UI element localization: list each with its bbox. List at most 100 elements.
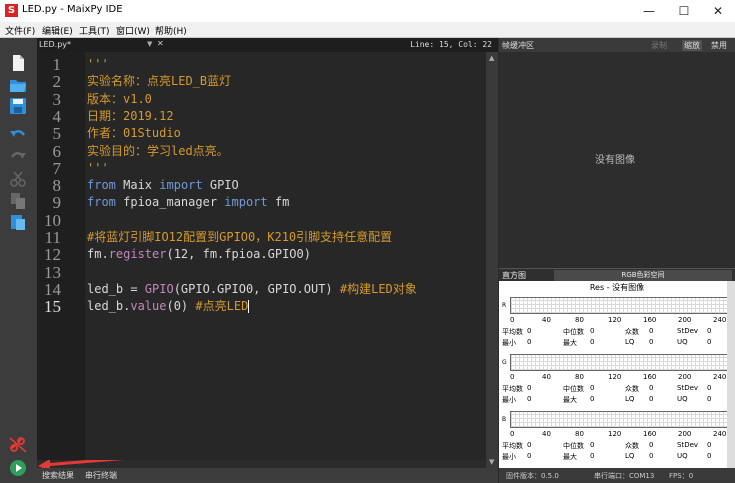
stat-value: 0 [707,452,712,460]
code-editor[interactable]: ''' 实验名称：点亮LED_B蓝灯 版本：v1.0 日期：2019.12 作者：01S… [85,52,486,460]
histogram-plot [510,297,732,314]
stat-value: 0 [527,327,532,335]
record-button[interactable]: 录制 [651,40,667,51]
close-icon[interactable]: ✕ [157,39,164,48]
editor-scrollbar[interactable]: ▲ ▼ [486,52,498,468]
no-image-text: 没有图像 [595,155,635,166]
color-space-select[interactable]: RGB色彩空间 [554,270,732,281]
menu-file[interactable]: 文件(F) [5,24,35,37]
axis-tick-label: 200 [678,316,692,324]
code-token: (0) [166,299,196,314]
save-icon[interactable] [8,97,28,115]
code-token: fpioa_manager [115,195,225,210]
histogram-scrollbar[interactable] [727,281,735,468]
status-bar: 固件版本：0.5.0 串行端口：COM13 FPS：0 [499,468,735,483]
code-line[interactable]: from Maix import GPIO [87,177,239,194]
line-number: 8 [52,176,62,196]
stat-value: 0 [527,395,532,403]
frame-buffer-view: 没有图像 [499,52,735,267]
fps-readout: FPS：0 [669,472,694,480]
line-number: 6 [52,141,62,161]
code-token: led_b. [87,299,131,314]
code-line[interactable]: #将蓝灯引脚IO12配置到GPIO0，K210引脚支持任意配置 [87,229,392,246]
code-token: 实验名称：点亮LED_B蓝灯 [87,74,232,89]
disable-button[interactable]: 禁用 [711,40,727,51]
undo-icon[interactable] [8,126,28,144]
line-number: 2 [52,72,62,92]
line-number: 14 [44,279,61,299]
line-number: 12 [44,245,61,265]
code-line[interactable]: ''' [87,160,109,177]
stat-label: UQ [677,395,688,403]
chevron-down-icon[interactable]: ▼ [147,40,152,48]
axis-tick-label: 0 [510,316,515,324]
minimize-button[interactable]: — [632,0,666,22]
new-file-icon[interactable] [8,54,28,72]
stat-value: 0 [590,327,595,335]
line-number: 10 [44,210,61,230]
menu-help[interactable]: 帮助(H) [155,24,187,37]
tab-serial-terminal[interactable]: 串行终端 [85,470,117,481]
axis-tick-label: 80 [575,430,584,438]
zoom-button[interactable]: 缩放 [682,40,702,51]
code-token: 日期：2019.12 [87,108,174,123]
firmware-version: 固件版本：0.5.0 [506,472,559,480]
title-bar: S LED.py - MaixPy IDE — ☐ ✕ [0,0,735,22]
tab-search-results[interactable]: 搜索结果 [42,470,74,481]
stat-label: 众数 [625,442,639,450]
menu-bar: 文件(F) 编辑(E) 工具(T) 窗口(W) 帮助(H) [0,22,735,38]
axis-tick-label: 240 [713,430,727,438]
code-token: (GPIO.GPIO0, GPIO.OUT) [173,281,340,296]
code-line[interactable]: led_b = GPIO(GPIO.GPIO0, GPIO.OUT) #构建LE… [87,281,417,298]
code-line[interactable]: 作者：01Studio [87,125,181,142]
scroll-up-icon[interactable]: ▲ [489,54,494,62]
stat-value: 0 [707,338,712,346]
run-icon[interactable] [8,458,28,476]
code-token: GPIO [202,178,239,193]
stat-label: 中位数 [563,442,584,450]
open-folder-icon[interactable] [8,76,28,94]
file-tab[interactable]: LED.py* [39,40,71,49]
stat-label: 最小 [502,396,516,404]
stat-label: StDev [677,327,699,335]
code-token: led_b = [87,281,145,296]
line-number: 15 [44,297,61,317]
stat-label: 众数 [625,385,639,393]
code-line[interactable]: fm.register(12, fm.fpioa.GPIO0) [87,246,311,263]
code-line[interactable]: from fpioa_manager import fm [87,194,289,211]
menu-edit[interactable]: 编辑(E) [42,24,73,37]
code-line[interactable]: 日期：2019.12 [87,108,174,125]
code-line[interactable]: ''' [87,56,109,73]
stat-value: 0 [649,452,654,460]
frame-buffer-title: 帧缓冲区 [502,41,534,50]
disconnect-icon[interactable] [8,436,28,454]
histogram-title: 直方图 [502,271,526,280]
close-button[interactable]: ✕ [701,0,735,22]
code-token: ''' [87,57,109,71]
code-line[interactable]: 实验名称：点亮LED_B蓝灯 [87,73,231,90]
stat-value: 0 [707,395,712,403]
copy-icon [8,192,28,210]
code-line[interactable]: 版本：v1.0 [87,91,152,108]
stat-value: 0 [590,395,595,403]
redo-icon [8,148,28,166]
line-number: 3 [52,89,62,109]
code-line[interactable]: led_b.value(0) #点亮LED [87,298,250,315]
maximize-button[interactable]: ☐ [667,0,701,22]
menu-tools[interactable]: 工具(T) [79,24,110,37]
channel-label: B [502,416,507,423]
stat-label: LQ [625,452,635,460]
paste-icon[interactable] [8,213,28,231]
stat-label: 中位数 [563,385,584,393]
menu-window[interactable]: 窗口(W) [116,24,150,37]
bottom-tabs: 搜索结果 串行终端 [37,468,498,483]
text-caret [248,300,250,314]
code-line[interactable]: 实验目的：学习led点亮。 [87,143,229,160]
stat-label: 最大 [563,453,577,461]
stat-label: 最小 [502,453,516,461]
code-token: fm. [87,247,109,262]
code-token: 实验目的：学习led点亮。 [87,143,229,158]
scroll-down-icon[interactable]: ▼ [489,458,494,466]
stat-label: 平均数 [502,385,523,393]
stat-value: 0 [590,338,595,346]
